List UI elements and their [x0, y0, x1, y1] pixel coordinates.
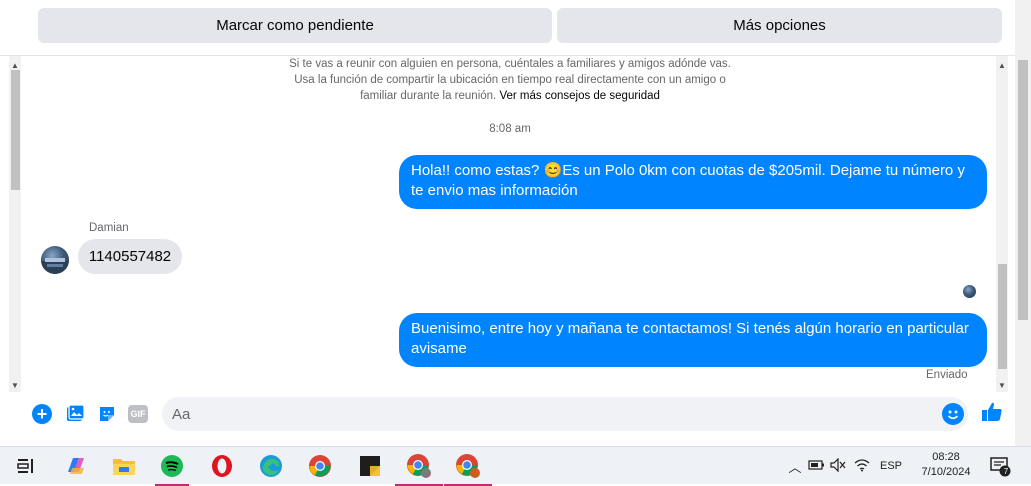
sent-status: Enviado [926, 369, 968, 381]
opera-icon[interactable] [208, 452, 236, 480]
chrome-icon[interactable] [306, 452, 334, 480]
page-scrollbar[interactable] [1015, 0, 1031, 446]
message-timestamp: 8:08 am [489, 123, 531, 135]
scroll-down-arrow-icon[interactable]: ▼ [9, 378, 21, 392]
message-input[interactable] [172, 397, 932, 431]
message-input-container [162, 397, 968, 431]
read-receipt-avatar [963, 285, 976, 298]
clock[interactable]: 08:28 7/10/2024 [914, 450, 978, 480]
incoming-message[interactable]: 1140557482 [78, 239, 182, 274]
page-scroll-thumb[interactable] [1018, 60, 1028, 320]
message-composer: + GIF [0, 392, 1015, 446]
file-explorer-icon[interactable] [110, 452, 138, 480]
image-icon[interactable] [64, 403, 86, 425]
wifi-icon[interactable] [854, 458, 878, 475]
battery-icon[interactable] [808, 459, 830, 474]
clock-time: 08:28 [932, 451, 960, 463]
scroll-down-arrow-icon[interactable]: ▼ [996, 378, 1008, 392]
avatar-photo [41, 258, 69, 274]
notification-count: 7 [1003, 467, 1009, 476]
more-options-button[interactable]: Más opciones [557, 8, 1002, 43]
messenger-window: Marcar como pendiente Más opciones ▲ ▼ ▲… [0, 0, 1031, 446]
gif-icon[interactable]: GIF [128, 405, 148, 423]
task-view-icon[interactable] [12, 452, 40, 480]
spotify-icon[interactable] [155, 452, 189, 486]
sticker-icon[interactable] [96, 403, 118, 425]
chrome-profile-icon[interactable] [395, 452, 443, 486]
avatar[interactable] [41, 246, 69, 274]
outgoing-message[interactable]: Hola!! como estas? 😊Es un Polo 0km con c… [399, 155, 987, 209]
chrome-profile-2-icon[interactable] [444, 452, 492, 486]
notifications-icon[interactable]: 7 [986, 452, 1014, 480]
scroll-up-arrow-icon[interactable]: ▲ [996, 58, 1008, 72]
sender-name: Damian [89, 222, 129, 234]
safety-notice: Si te vas a reunir con alguien en person… [286, 56, 734, 104]
copilot-icon[interactable] [62, 452, 90, 480]
mark-pending-button[interactable]: Marcar como pendiente [38, 8, 552, 43]
edge-icon[interactable] [257, 452, 285, 480]
outgoing-message[interactable]: Buenisimo, entre hoy y mañana te contact… [399, 313, 987, 367]
like-icon[interactable] [981, 401, 1003, 423]
message-thread: ▲ ▼ ▲ ▼ Si te vas a reunir con alguien e… [6, 56, 1014, 392]
chat-actions-bar: Marcar como pendiente Más opciones [0, 0, 1031, 56]
sticky-notes-icon[interactable] [356, 452, 384, 480]
chevron-up-icon[interactable]: ︿ [786, 457, 804, 476]
thread-left-scrollbar[interactable]: ▲ ▼ [9, 56, 21, 392]
plus-icon[interactable]: + [32, 404, 52, 424]
scroll-thumb[interactable] [11, 70, 20, 190]
language-indicator[interactable]: ESP [880, 460, 902, 472]
system-tray: ︿ ESP [786, 447, 902, 485]
emoji-icon[interactable] [942, 403, 964, 425]
scroll-thumb[interactable] [998, 264, 1007, 369]
clock-date: 7/10/2024 [921, 466, 971, 478]
thread-right-scrollbar[interactable]: ▲ ▼ [996, 56, 1008, 392]
windows-taskbar: ︿ ESP 08:28 7/10/2024 7 [0, 446, 1031, 486]
volume-muted-icon[interactable] [830, 457, 850, 475]
safety-tips-link[interactable]: Ver más consejos de seguridad [499, 90, 659, 102]
